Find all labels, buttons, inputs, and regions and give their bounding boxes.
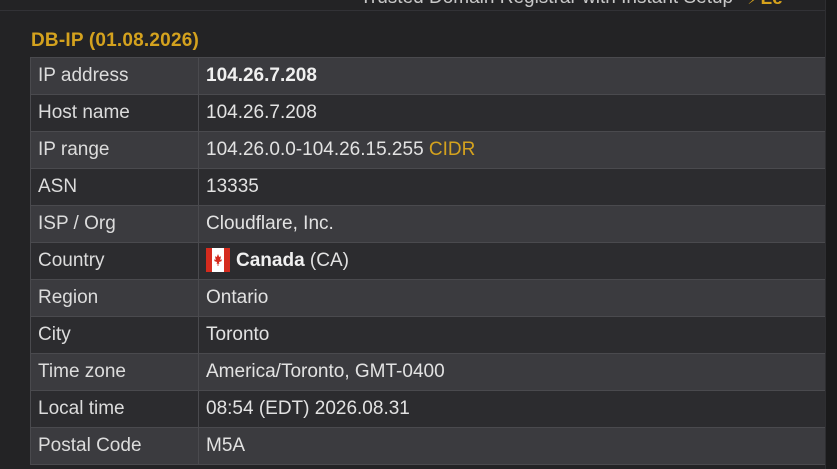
- cidr-link[interactable]: CIDR: [429, 139, 475, 160]
- row-label: Country: [30, 242, 199, 280]
- ip-range-value: 104.26.0.0-104.26.15.255: [206, 139, 424, 160]
- row-label: Postal Code: [30, 427, 199, 465]
- region-value: Ontario: [198, 279, 826, 317]
- row-label: IP range: [30, 131, 199, 169]
- row-label: Region: [30, 279, 199, 317]
- table-row: Country Canada (CA): [30, 242, 826, 280]
- host-name-value: 104.26.7.208: [198, 94, 826, 132]
- row-label: ISP / Org: [30, 205, 199, 243]
- promo-text[interactable]: Trusted Domain Registrar with Instant Se…: [360, 0, 733, 9]
- canada-flag-icon: [206, 248, 230, 272]
- scrollbar-track[interactable]: [825, 0, 837, 469]
- row-value: 104.26.0.0-104.26.15.255 CIDR: [198, 131, 826, 169]
- table-row: Local time 08:54 (EDT) 2026.08.31: [30, 390, 826, 428]
- ip-address-value: 104.26.7.208: [206, 65, 317, 86]
- row-label: Local time: [30, 390, 199, 428]
- row-label: IP address: [30, 57, 199, 95]
- city-value: Toronto: [198, 316, 826, 354]
- postal-code-value: M5A: [198, 427, 826, 465]
- divider: [0, 10, 825, 11]
- table-row: IP address 104.26.7.208: [30, 57, 826, 95]
- row-label: ASN: [30, 168, 199, 206]
- asn-value: 13335: [198, 168, 826, 206]
- section-title: DB-IP (01.08.2026): [31, 30, 200, 51]
- table-row: IP range 104.26.0.0-104.26.15.255 CIDR: [30, 131, 826, 169]
- row-value: Canada (CA): [198, 242, 826, 280]
- ip-info-table: IP address 104.26.7.208 Host name 104.26…: [30, 57, 826, 465]
- table-row: Postal Code M5A: [30, 427, 826, 465]
- row-label: City: [30, 316, 199, 354]
- isp-value: Cloudflare, Inc.: [198, 205, 826, 243]
- promo-banner[interactable]: Trusted Domain Registrar with Instant Se…: [360, 0, 783, 9]
- row-value: 104.26.7.208: [198, 57, 826, 95]
- country-name: Canada: [236, 250, 305, 272]
- country-code: (CA): [309, 250, 349, 272]
- lightning-icon: ⚡Le: [747, 0, 783, 10]
- table-row: Host name 104.26.7.208: [30, 94, 826, 132]
- row-label: Time zone: [30, 353, 199, 391]
- table-row: Region Ontario: [30, 279, 826, 317]
- local-time-value: 08:54 (EDT) 2026.08.31: [198, 390, 826, 428]
- table-row: City Toronto: [30, 316, 826, 354]
- table-row: Time zone America/Toronto, GMT-0400: [30, 353, 826, 391]
- table-row: ISP / Org Cloudflare, Inc.: [30, 205, 826, 243]
- table-row: ASN 13335: [30, 168, 826, 206]
- row-label: Host name: [30, 94, 199, 132]
- time-zone-value: America/Toronto, GMT-0400: [198, 353, 826, 391]
- page-frame: Trusted Domain Registrar with Instant Se…: [0, 0, 826, 469]
